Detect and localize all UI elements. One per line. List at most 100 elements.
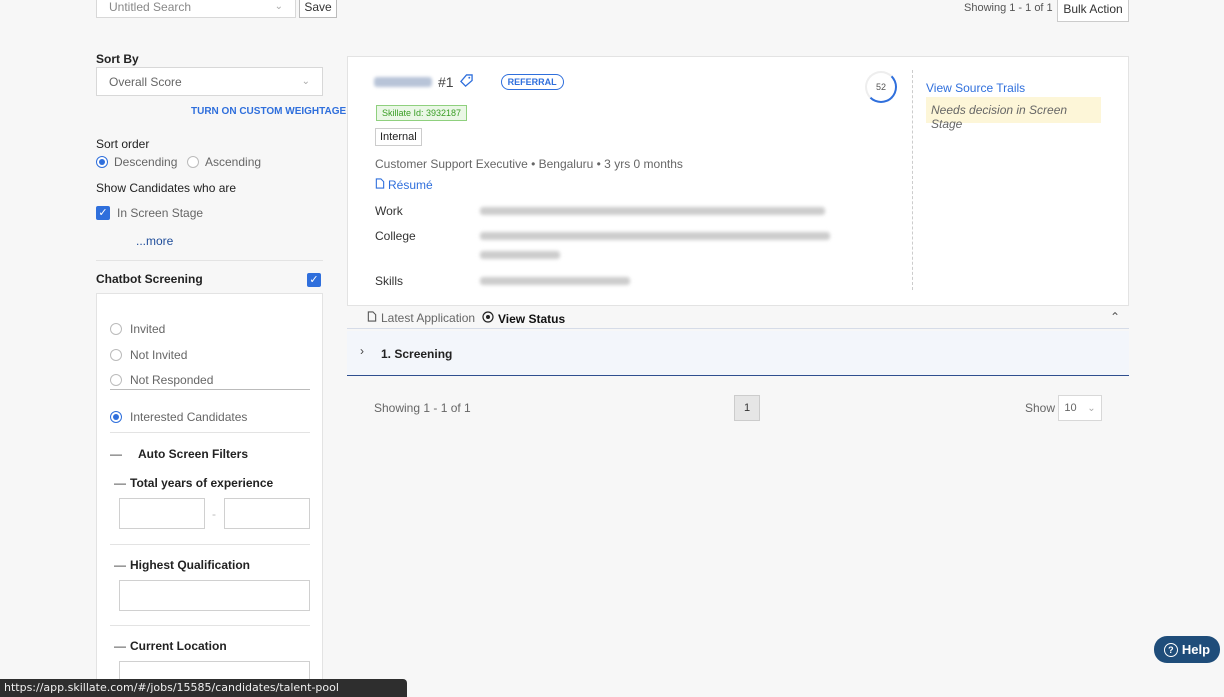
- invited-option[interactable]: Invited: [110, 322, 165, 336]
- skills-label: Skills: [375, 274, 404, 288]
- college-value-redacted-2: [480, 251, 560, 259]
- tag-icon[interactable]: [459, 74, 473, 90]
- chevron-down-icon: ⌄: [274, 1, 283, 12]
- radio-icon: [110, 374, 122, 386]
- internal-badge: Internal: [375, 128, 422, 146]
- qualification-filter-toggle[interactable]: — Highest Qualification: [114, 558, 250, 572]
- tab-label: Latest Application: [381, 311, 476, 325]
- show-candidates-label: Show Candidates who are: [96, 181, 237, 195]
- save-button[interactable]: Save: [299, 0, 337, 18]
- divider: [110, 544, 310, 545]
- sort-by-value: Overall Score: [109, 74, 182, 89]
- candidate-name-redacted[interactable]: [374, 77, 432, 87]
- bulk-action-button[interactable]: Bulk Action: [1057, 0, 1129, 22]
- page-size-select[interactable]: 10 ⌄: [1058, 395, 1102, 421]
- work-label: Work: [375, 204, 403, 218]
- descending-label: Descending: [114, 155, 178, 169]
- saved-search-select[interactable]: Untitled Search ⌄: [96, 0, 296, 18]
- sort-descending-option[interactable]: Descending: [96, 155, 177, 169]
- screening-stage-label: 1. Screening: [381, 347, 453, 361]
- qualification-input[interactable]: [119, 580, 310, 611]
- location-filter-toggle[interactable]: — Current Location: [114, 639, 227, 653]
- view-source-trails-link[interactable]: View Source Trails: [926, 81, 1025, 95]
- divider: [110, 432, 310, 433]
- college-value-redacted: [480, 232, 830, 240]
- candidate-header: #1 REFERRAL: [374, 74, 564, 90]
- collapse-icon: —: [114, 476, 126, 490]
- not-responded-option[interactable]: Not Responded: [110, 373, 213, 387]
- saved-search-value: Untitled Search: [109, 0, 192, 14]
- qualification-filter-label: Highest Qualification: [130, 558, 251, 572]
- resume-link[interactable]: Résumé: [375, 178, 433, 192]
- chevron-down-icon: ⌄: [1087, 402, 1096, 414]
- show-label: Show: [1025, 401, 1056, 415]
- chatbot-screening-checkbox[interactable]: ✓: [307, 272, 321, 287]
- help-button[interactable]: ? Help: [1154, 636, 1220, 663]
- divider: [110, 389, 310, 390]
- collapse-icon: —: [114, 639, 126, 653]
- skillate-id-badge: Skillate Id: 3932187: [376, 105, 468, 121]
- score-ring: 52: [865, 71, 897, 103]
- help-label: Help: [1181, 642, 1211, 657]
- tab-label: View Status: [498, 311, 566, 326]
- checkbox-checked-icon: ✓: [307, 272, 321, 287]
- interested-label: Interested Candidates: [130, 410, 248, 424]
- sort-by-label: Sort By: [96, 52, 139, 66]
- chevron-right-icon: ›: [360, 344, 364, 358]
- collapse-icon: —: [114, 558, 126, 572]
- not-responded-label: Not Responded: [130, 373, 214, 387]
- page-1-button[interactable]: 1: [734, 395, 760, 421]
- chevron-down-icon: ⌄: [301, 76, 310, 87]
- radio-selected-icon: [110, 411, 122, 423]
- results-count-bottom: Showing 1 - 1 of 1: [374, 401, 471, 415]
- sort-ascending-option[interactable]: Ascending: [187, 155, 261, 169]
- results-count-top: Showing 1 - 1 of 1: [964, 2, 1053, 14]
- candidate-summary: Customer Support Executive • Bengaluru •…: [375, 157, 683, 171]
- chatbot-screening-label: Chatbot Screening: [96, 272, 203, 286]
- custom-weightage-link[interactable]: TURN ON CUSTOM WEIGHTAGE: [191, 106, 346, 117]
- experience-filter-toggle[interactable]: — Total years of experience: [114, 476, 273, 490]
- college-label: College: [375, 229, 416, 243]
- in-screen-stage-label: In Screen Stage: [117, 206, 204, 220]
- document-icon: [375, 178, 385, 192]
- radio-icon: [110, 349, 122, 361]
- radio-icon: [187, 156, 199, 168]
- work-value-redacted: [480, 207, 825, 215]
- question-icon: ?: [1163, 642, 1178, 657]
- decision-note: Needs decision in Screen Stage: [926, 97, 1101, 131]
- not-invited-label: Not Invited: [130, 348, 188, 362]
- page-size-value: 10: [1064, 402, 1077, 414]
- range-separator: -: [212, 507, 216, 521]
- score-value: 52: [875, 82, 886, 92]
- in-screen-stage-checkbox[interactable]: ✓ In Screen Stage: [96, 206, 203, 220]
- resume-label: Résumé: [388, 178, 433, 192]
- sort-order-label: Sort order: [96, 137, 150, 151]
- divider: [110, 625, 310, 626]
- chatbot-filter-panel: Invited Not Invited Not Responded Intere…: [96, 293, 323, 697]
- collapse-up-icon[interactable]: ⌃: [1110, 310, 1120, 324]
- radio-selected-icon: [96, 156, 108, 168]
- experience-max-input[interactable]: [224, 498, 310, 529]
- screening-stage-row[interactable]: › 1. Screening: [347, 331, 1129, 376]
- sort-by-select[interactable]: Overall Score ⌄: [96, 67, 323, 96]
- status-url-bar: https://app.skillate.com/#/jobs/15585/ca…: [0, 679, 407, 697]
- invited-label: Invited: [130, 322, 166, 336]
- ascending-label: Ascending: [205, 155, 262, 169]
- tab-latest-application[interactable]: Latest Application: [367, 311, 475, 325]
- target-icon: [482, 311, 494, 326]
- radio-icon: [110, 323, 122, 335]
- more-link[interactable]: ...more: [136, 234, 173, 248]
- tab-view-status[interactable]: View Status: [482, 311, 565, 326]
- candidate-rank: #1: [438, 74, 454, 90]
- interested-option[interactable]: Interested Candidates: [110, 410, 247, 424]
- document-icon: [367, 311, 377, 325]
- collapse-icon: —: [110, 447, 122, 461]
- experience-min-input[interactable]: [119, 498, 205, 529]
- vertical-divider: [912, 70, 913, 290]
- auto-screen-filters-label: Auto Screen Filters: [138, 447, 249, 461]
- experience-filter-label: Total years of experience: [130, 476, 274, 490]
- not-invited-option[interactable]: Not Invited: [110, 348, 187, 362]
- auto-screen-filters-toggle[interactable]: — Auto Screen Filters: [110, 447, 248, 461]
- tabs-divider: [347, 328, 1129, 329]
- location-filter-label: Current Location: [130, 639, 227, 653]
